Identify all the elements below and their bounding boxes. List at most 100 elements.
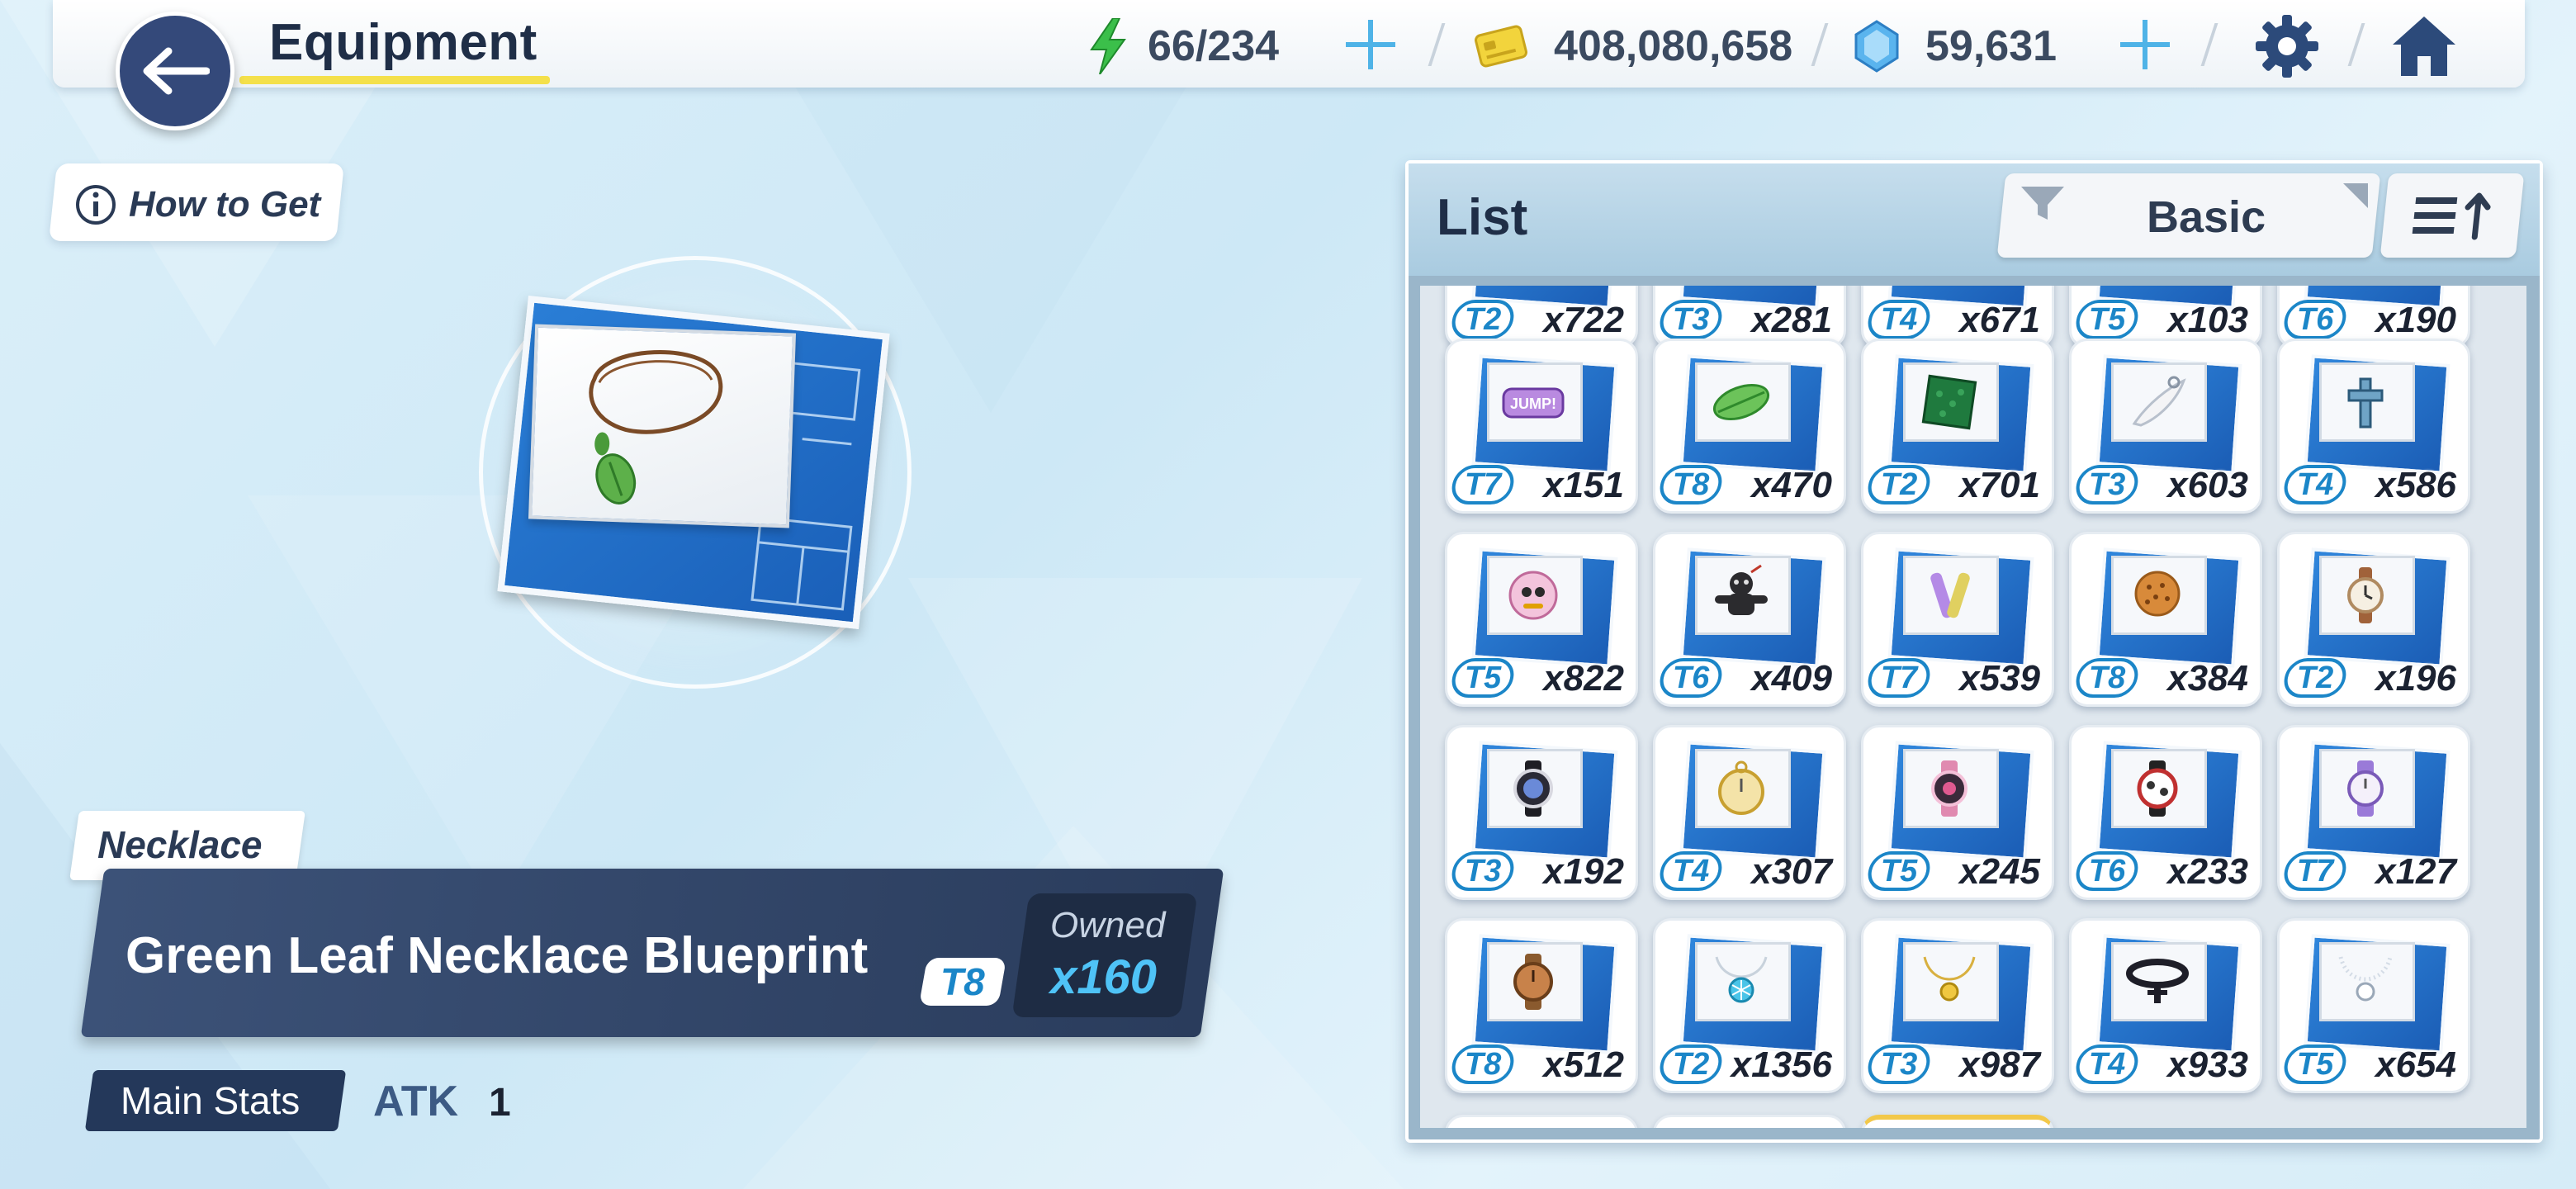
item-tier: T8 (940, 960, 985, 1003)
blueprint-item-card[interactable]: T5 x822 (1445, 532, 1638, 707)
tier-badge: T8 (2072, 658, 2142, 698)
tier-badge: T5 (1448, 658, 1518, 698)
blueprint-item-card[interactable]: T8 x470 (1653, 339, 1846, 514)
item-quantity: x654 (2375, 1045, 2456, 1085)
blueprint-item-card[interactable]: T2 x196 (2277, 532, 2470, 707)
blueprint-item-card[interactable]: T4 x307 (1653, 725, 1846, 900)
blueprint-item-card[interactable]: T7 x539 (1861, 532, 2054, 707)
item-quantity: x671 (1959, 300, 2040, 340)
blueprint-item-card[interactable]: T5 x245 (1861, 725, 2054, 900)
gems-display: 59,631 (1854, 20, 2057, 73)
filter-icon (2021, 187, 2064, 220)
item-quantity: x603 (2167, 465, 2248, 505)
sort-ascending-icon (2412, 192, 2491, 240)
credit-card-icon (1475, 25, 1527, 68)
blueprint-item-card[interactable]: T5 x654 (2277, 918, 2470, 1093)
tier-label: T8 (2088, 660, 2126, 695)
tier-label: T3 (1464, 853, 1502, 888)
credits-value: 408,080,658 (1554, 22, 1793, 70)
item-quantity: x196 (2375, 658, 2456, 699)
tier-label: T4 (1672, 853, 1710, 888)
tier-label: T3 (1880, 1046, 1918, 1082)
item-quantity: x539 (1959, 658, 2040, 699)
tier-label: T4 (2088, 1046, 2126, 1082)
green-square-icon (1915, 371, 1984, 433)
choker-icon (2123, 950, 2192, 1013)
tier-badge: T3 (1864, 1045, 1934, 1084)
tier-label: T8 (1464, 1046, 1502, 1082)
blueprint-item-card[interactable]: T6 x409 (1653, 532, 1846, 707)
tier-label: T2 (1672, 1046, 1710, 1082)
tier-label: T3 (1672, 301, 1710, 337)
owned-count: x160 (1050, 950, 1158, 1004)
sort-button[interactable] (2379, 173, 2525, 258)
stat-value: 1 (489, 1081, 511, 1125)
item-quantity: x151 (1543, 465, 1624, 505)
blueprint-item-card[interactable]: T3 x603 (2069, 339, 2262, 514)
blueprint-item-card[interactable]: T3 x192 (1445, 725, 1638, 900)
blueprint-item-card[interactable]: JUMP! T7 x151 (1445, 339, 1638, 514)
tier-label: T2 (1880, 467, 1918, 502)
tier-badge: T5 (2280, 1045, 2350, 1084)
blueprint-item-card[interactable]: T2 x1356 (1653, 918, 1846, 1093)
item-quantity: x245 (1959, 851, 2040, 892)
gold-necklace-icon (1915, 950, 1984, 1013)
tier-badge: T2 (1448, 300, 1518, 339)
bronze-watch-icon (1499, 950, 1568, 1013)
back-button[interactable] (116, 12, 234, 130)
tier-label: T5 (2296, 1046, 2334, 1082)
settings-button[interactable] (2252, 12, 2322, 81)
add-gems-button[interactable] (2119, 18, 2171, 71)
item-quantity: x470 (1751, 465, 1832, 505)
black-watch-icon (1499, 757, 1568, 820)
blueprint-item-card[interactable]: T8 x384 (2069, 532, 2262, 707)
blueprint-item-card[interactable]: T6 x233 (2069, 725, 2262, 900)
item-quantity: x701 (1959, 465, 2040, 505)
tier-badge: T8 (1656, 465, 1726, 504)
tier-badge: T2 (2280, 658, 2350, 698)
snowflake-necklace-icon (1707, 950, 1776, 1013)
main-stats-label: Main Stats (121, 1079, 301, 1122)
item-quantity: x512 (1543, 1045, 1624, 1085)
blueprint-item-card[interactable]: T2 x701 (1861, 339, 2054, 514)
tier-badge: T2 (1864, 465, 1934, 504)
tier-badge: T3 (1656, 300, 1726, 339)
pearl-necklace-icon (2331, 950, 2400, 1013)
tier-badge: T7 (1864, 658, 1934, 698)
tier-label: T5 (1880, 853, 1918, 888)
blueprint-item-card[interactable]: T4 x933 (2069, 918, 2262, 1093)
item-quantity: x281 (1751, 300, 1832, 340)
blueprint-item-card[interactable] (1861, 1115, 2054, 1128)
pink-watch-icon (1915, 757, 1984, 820)
blueprint-item-card[interactable]: T3 x987 (1861, 918, 2054, 1093)
item-name: Green Leaf Necklace Blueprint (125, 927, 869, 984)
blueprint-item-card[interactable]: T4 x586 (2277, 339, 2470, 514)
stamina-display: 66/234 (1088, 18, 1279, 74)
tier-badge: T7 (2280, 851, 2350, 891)
gem-icon (1854, 20, 1899, 73)
leaf-necklace-icon (589, 349, 723, 504)
gems-value: 59,631 (1925, 22, 2057, 70)
cookie-icon (2123, 564, 2192, 627)
tier-badge: T4 (1864, 300, 1934, 339)
tier-badge: T4 (2072, 1045, 2142, 1084)
tier-badge: T3 (2072, 465, 2142, 504)
tier-badge: T6 (1656, 658, 1726, 698)
blueprint-item-card[interactable] (1445, 1115, 1638, 1128)
how-to-get-label: How to Get (129, 184, 321, 225)
blueprint-item-card[interactable]: T8 x512 (1445, 918, 1638, 1093)
tier-badge: T4 (1656, 851, 1726, 891)
add-stamina-button[interactable] (1344, 18, 1397, 71)
item-quantity: x127 (2375, 851, 2456, 892)
arrow-left-icon (143, 47, 210, 95)
home-button[interactable] (2389, 12, 2459, 81)
item-quantity: x722 (1543, 300, 1624, 340)
cross-icon (2331, 371, 2400, 433)
how-to-get-content[interactable]: How to Get (74, 183, 320, 226)
watch-icon (2331, 564, 2400, 627)
blueprint-item-card[interactable] (1653, 1115, 1846, 1128)
voodoo-doll-icon (1707, 564, 1776, 627)
purple-watch-icon (2331, 757, 2400, 820)
tier-badge: T5 (2072, 300, 2142, 339)
blueprint-item-card[interactable]: T7 x127 (2277, 725, 2470, 900)
